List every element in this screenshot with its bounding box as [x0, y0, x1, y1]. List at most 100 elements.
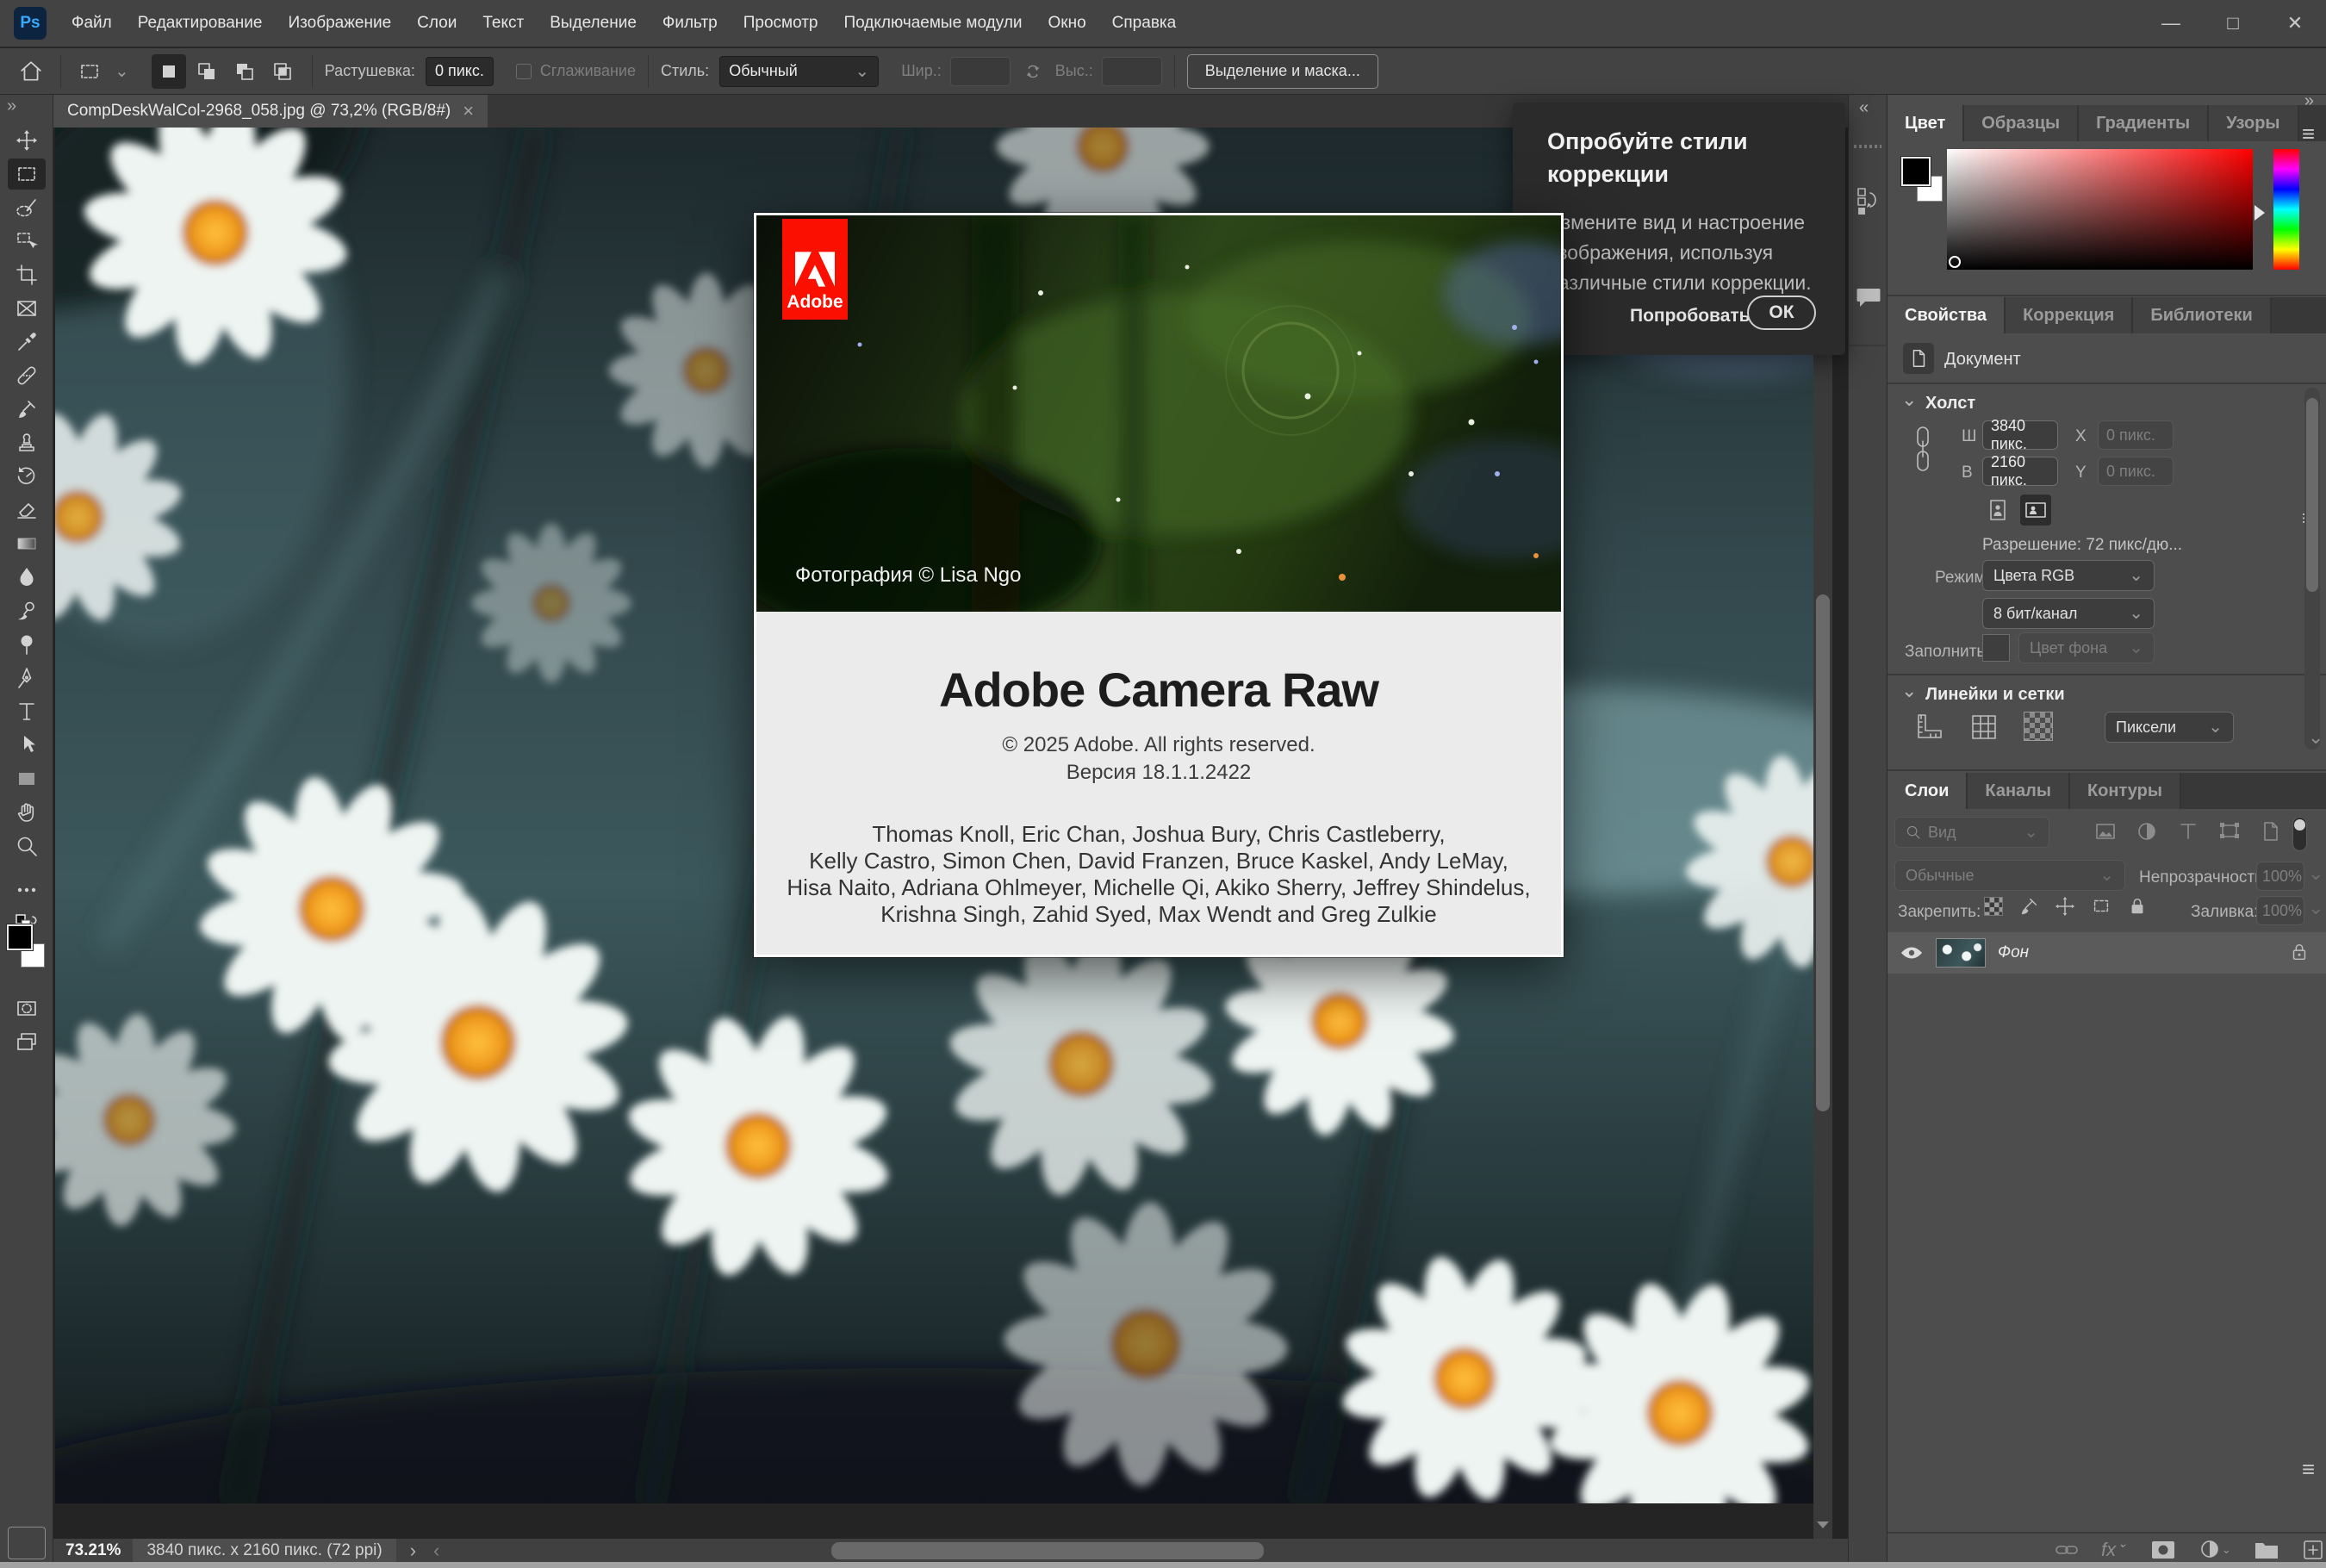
layer-visibility-eye-icon[interactable] [1900, 943, 1924, 963]
color-picker-ring[interactable] [1949, 256, 1961, 268]
new-group-icon[interactable] [2254, 1540, 2279, 1560]
eyedropper-tool[interactable] [8, 327, 46, 358]
add-selection-mode[interactable] [190, 54, 224, 89]
lock-pixels-icon[interactable] [2018, 896, 2039, 917]
foreground-color-swatch[interactable] [1901, 157, 1931, 186]
menu-file[interactable]: Файл [59, 0, 125, 47]
tool-preset[interactable]: ⌄ [73, 60, 134, 83]
fill-color-swatch[interactable] [1982, 634, 2010, 662]
toolbar-collapse-icon[interactable]: » [7, 96, 16, 116]
tab-gradients[interactable]: Градиенты [2079, 105, 2209, 141]
feather-input[interactable]: 0 пикс. [426, 57, 494, 86]
home-icon[interactable] [14, 54, 48, 89]
tab-paths[interactable]: Контуры [2070, 773, 2181, 809]
gradient-tool[interactable] [8, 528, 46, 559]
horizontal-scrollbar-thumb[interactable] [831, 1542, 1264, 1559]
foreground-background-swatches[interactable] [7, 924, 48, 973]
saturation-field[interactable] [1947, 149, 2253, 270]
tab-adjustments[interactable]: Коррекция [2006, 297, 2133, 333]
vertical-scrollbar-thumb[interactable] [1816, 594, 1830, 1111]
zoom-level[interactable]: 73.21% [65, 1541, 121, 1560]
crop-tool[interactable] [8, 259, 46, 290]
pen-tool[interactable] [8, 663, 46, 694]
menu-filter[interactable]: Фильтр [650, 0, 731, 47]
properties-scrollbar-thumb[interactable] [2306, 398, 2318, 592]
object-selection-tool[interactable] [8, 226, 46, 257]
add-adjustment-icon[interactable]: ⌄ [2199, 1539, 2231, 1561]
properties-scrollbar[interactable] [2304, 388, 2320, 750]
link-dimensions-icon[interactable] [1913, 424, 1932, 476]
version-history-icon[interactable] [1856, 186, 1881, 215]
transparency-icon[interactable] [2024, 712, 2053, 741]
try-button[interactable]: Попробовать [1630, 306, 1751, 327]
menu-plugins[interactable]: Подключаемые модули [831, 0, 1036, 47]
document-tab[interactable]: CompDeskWalCol-2968_058.jpg @ 73,2% (RGB… [53, 95, 488, 128]
collapse-section-icon[interactable]: ⌄ [1901, 395, 1917, 405]
minimize-button[interactable]: — [2140, 0, 2202, 47]
lock-transparency-icon[interactable] [1984, 897, 2003, 916]
layer-name[interactable]: Фон [1998, 943, 2029, 962]
healing-brush-tool[interactable] [8, 360, 46, 391]
smudge-tool[interactable] [8, 595, 46, 626]
color-swatch-pair[interactable] [1901, 157, 1948, 205]
status-expand-icon[interactable]: › [410, 1540, 416, 1562]
menu-view[interactable]: Просмотр [731, 0, 831, 47]
layer-thumbnail[interactable] [1936, 938, 1986, 968]
portrait-orientation-button[interactable] [1982, 495, 2013, 526]
canvas-width-input[interactable]: 3840 пикс. [1982, 420, 2058, 450]
comments-icon[interactable] [1856, 286, 1881, 310]
history-brush-tool[interactable] [8, 461, 46, 492]
lock-position-icon[interactable] [2055, 896, 2075, 917]
new-selection-mode[interactable] [152, 54, 186, 89]
tab-libraries[interactable]: Библиотеки [2133, 297, 2271, 333]
grid-icon[interactable] [1968, 712, 1999, 743]
maximize-button[interactable]: □ [2202, 0, 2264, 47]
menu-edit[interactable]: Редактирование [125, 0, 276, 47]
dodge-tool[interactable] [8, 629, 46, 660]
close-button[interactable]: ✕ [2264, 0, 2326, 47]
panel-menu-icon[interactable]: ≡ [2302, 1456, 2315, 1483]
ok-button[interactable]: ОК [1747, 296, 1816, 330]
menu-select[interactable]: Выделение [537, 0, 650, 47]
filter-adjustment-icon[interactable] [2136, 820, 2158, 843]
tab-patterns[interactable]: Узоры [2209, 105, 2298, 141]
screen-mode-icon[interactable] [8, 1026, 46, 1057]
edit-toolbar-icon[interactable] [8, 874, 46, 905]
expand-panels-icon[interactable]: « [1859, 98, 1869, 118]
filter-type-icon[interactable] [2177, 820, 2199, 843]
selection-brush-tool[interactable] [8, 192, 46, 223]
tab-channels[interactable]: Каналы [1968, 773, 2070, 809]
smoothing-checkbox[interactable]: Сглаживание [516, 62, 636, 80]
eraser-tool[interactable] [8, 495, 46, 526]
tab-layers[interactable]: Слои [1888, 773, 1968, 809]
zoom-tool[interactable] [8, 831, 46, 862]
style-select[interactable]: Обычный⌄ [719, 56, 879, 87]
panel-menu-icon[interactable]: ≡ [2302, 121, 2315, 147]
menu-type[interactable]: Текст [470, 0, 537, 47]
lock-artboard-icon[interactable] [2091, 896, 2111, 917]
menu-image[interactable]: Изображение [275, 0, 404, 47]
scroll-down-arrow-icon[interactable] [1817, 1521, 1829, 1528]
hand-tool[interactable] [8, 797, 46, 828]
color-mode-select[interactable]: Цвета RGB⌄ [1982, 560, 2155, 591]
tab-properties[interactable]: Свойства [1888, 297, 2006, 333]
intersect-selection-mode[interactable] [265, 54, 300, 89]
brush-tool[interactable] [8, 394, 46, 425]
filter-image-icon[interactable] [2094, 820, 2117, 843]
tab-close-icon[interactable]: × [463, 100, 474, 122]
hue-slider-handle[interactable] [2254, 205, 2265, 221]
frame-tool[interactable] [8, 293, 46, 324]
rulers-grids-header[interactable]: Линейки и сетки [1925, 685, 2065, 705]
hue-strip[interactable] [2273, 149, 2299, 270]
type-tool[interactable] [8, 696, 46, 727]
subtract-selection-mode[interactable] [227, 54, 262, 89]
foreground-color-swatch[interactable] [7, 924, 33, 950]
layer-filter-select[interactable]: Вид ⌄ [1894, 817, 2049, 848]
layer-row-background[interactable]: Фон [1888, 932, 2326, 974]
canvas-section-header[interactable]: Холст [1925, 394, 1975, 414]
layer-lock-icon[interactable] [2289, 941, 2310, 963]
tab-color[interactable]: Цвет [1888, 105, 1964, 141]
units-select[interactable]: Пиксели⌄ [2105, 712, 2234, 743]
toolbar-bottom-button[interactable] [8, 1527, 46, 1559]
menu-layers[interactable]: Слои [404, 0, 470, 47]
